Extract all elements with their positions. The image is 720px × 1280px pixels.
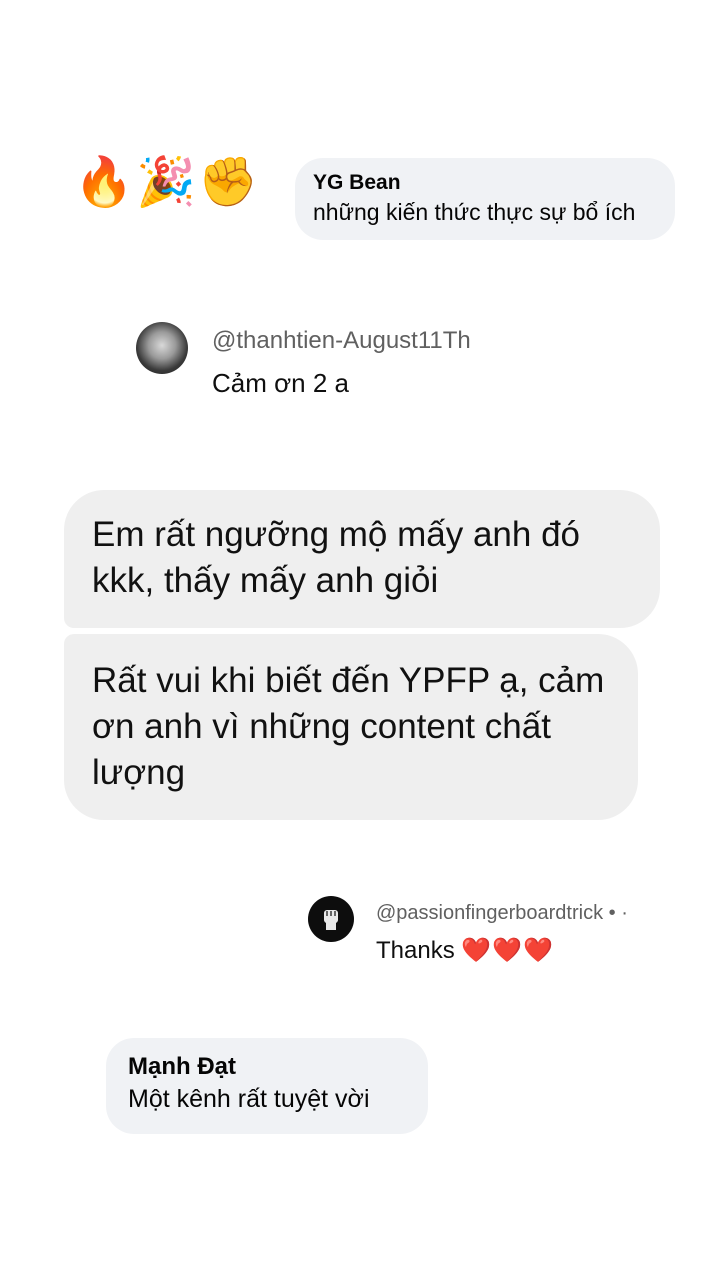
- message-bubble: Em rất ngưỡng mộ mấy anh đó kkk, thấy mấ…: [64, 490, 660, 628]
- raised-fist-icon: ✊: [198, 154, 258, 210]
- reply-text: Thanks: [376, 937, 455, 964]
- reply-comment-passionfingerboardtrick: @passionfingerboardtrick • · Thanks ❤️❤️…: [308, 896, 628, 971]
- reply-text-row: Thanks ❤️❤️❤️: [376, 930, 628, 971]
- heart-icon: ❤️❤️❤️: [461, 936, 555, 964]
- reply-comment-thanhtien: @thanhtien-August11Th Cảm ơn 2 a: [136, 322, 471, 406]
- comment-text: Một kênh rất tuyệt vời: [128, 1085, 370, 1113]
- avatar[interactable]: [136, 322, 188, 374]
- reply-text: Cảm ơn 2 a: [212, 368, 349, 398]
- reply-handle[interactable]: @thanhtien-August11Th: [212, 322, 471, 360]
- reply-body: @thanhtien-August11Th Cảm ơn 2 a: [212, 322, 471, 406]
- comment-bubble-manh-dat[interactable]: Mạnh Đạt Một kênh rất tuyệt vời: [106, 1038, 428, 1134]
- fist-logo-icon: [324, 910, 338, 930]
- fire-icon: 🔥: [74, 154, 134, 210]
- reaction-row: 🔥 🎉 ✊: [74, 152, 258, 212]
- message-bubble: Rất vui khi biết đến YPFP ạ, cảm ơn anh …: [64, 634, 638, 820]
- avatar[interactable]: [308, 896, 354, 942]
- commenter-name[interactable]: Mạnh Đạt: [128, 1052, 406, 1082]
- party-popper-icon: 🎉: [136, 154, 196, 210]
- comment-text: những kiến thức thực sự bổ ích: [313, 199, 636, 225]
- reply-body: @passionfingerboardtrick • · Thanks ❤️❤️…: [376, 896, 628, 971]
- comment-bubble-yg-bean[interactable]: YG Bean những kiến thức thực sự bổ ích: [295, 158, 675, 240]
- reply-handle[interactable]: @passionfingerboardtrick • ·: [376, 896, 628, 930]
- commenter-name[interactable]: YG Bean: [313, 170, 657, 196]
- page: 🔥 🎉 ✊ YG Bean những kiến thức thực sự bổ…: [0, 0, 720, 1280]
